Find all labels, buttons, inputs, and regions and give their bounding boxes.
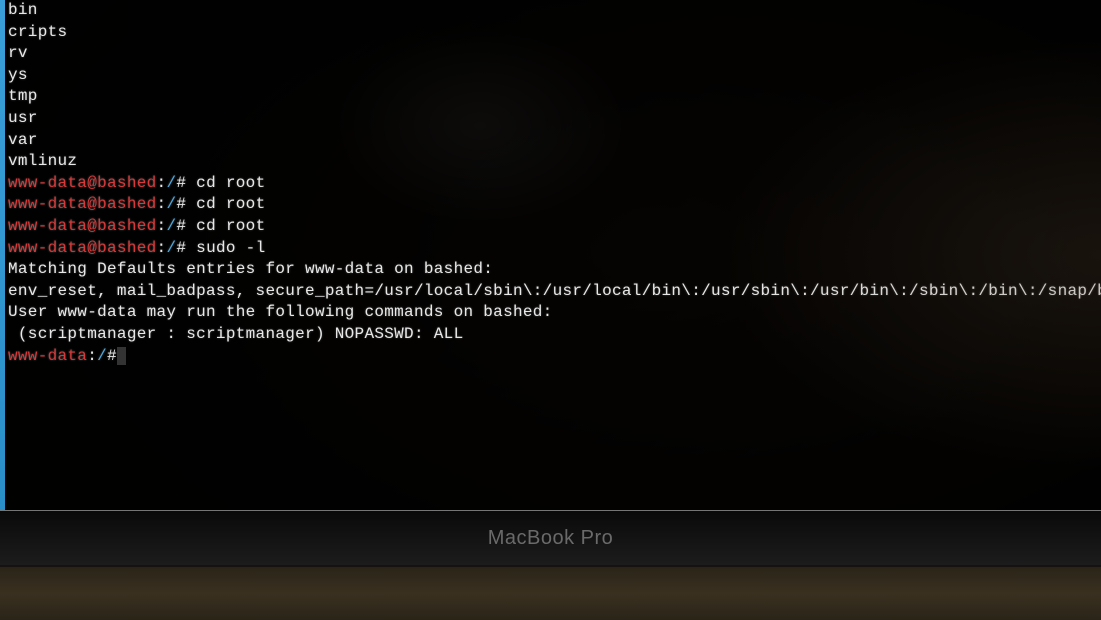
prompt-host: bashed bbox=[97, 239, 156, 257]
prompt-path: / bbox=[166, 174, 176, 192]
prompt-hash: # bbox=[107, 347, 117, 365]
prompt-hash: # bbox=[176, 239, 186, 257]
prompt-sep: : bbox=[157, 174, 167, 192]
ls-output-line: bin bbox=[8, 0, 1093, 22]
prompt-sep: : bbox=[157, 239, 167, 257]
prompt-line: www-data@bashed:/# sudo -l bbox=[8, 238, 1093, 260]
prompt-host: bashed bbox=[97, 174, 156, 192]
ls-output-line: usr bbox=[8, 108, 1093, 130]
prompt-user: www-data bbox=[8, 239, 87, 257]
prompt-hash: # bbox=[176, 195, 186, 213]
command-text: cd root bbox=[186, 174, 265, 192]
prompt-user: www-data bbox=[8, 195, 87, 213]
sudo-output-line: (scriptmanager : scriptmanager) NOPASSWD… bbox=[8, 324, 1093, 346]
ls-output-line: vmlinuz bbox=[8, 151, 1093, 173]
prompt-hash: # bbox=[176, 174, 186, 192]
prompt-hash: # bbox=[176, 217, 186, 235]
prompt-path: / bbox=[97, 347, 107, 365]
sudo-output-line: Matching Defaults entries for www-data o… bbox=[8, 259, 1093, 281]
prompt-sep: : bbox=[87, 347, 97, 365]
prompt-line: www-data@bashed:/# cd root bbox=[8, 216, 1093, 238]
left-edge-strip bbox=[0, 0, 5, 510]
prompt-at: @ bbox=[87, 239, 97, 257]
terminal-window[interactable]: bin cripts rv ys tmp usr var vmlinuz www… bbox=[0, 0, 1101, 510]
prompt-line: www-data@bashed:/# cd root bbox=[8, 173, 1093, 195]
text-cursor-icon bbox=[117, 347, 126, 365]
prompt-user: www-data bbox=[8, 347, 87, 365]
prompt-path: / bbox=[166, 195, 176, 213]
prompt-host: bashed bbox=[97, 217, 156, 235]
prompt-line: www-data@bashed:/# cd root bbox=[8, 194, 1093, 216]
prompt-user: www-data bbox=[8, 217, 87, 235]
command-text: cd root bbox=[186, 217, 265, 235]
sudo-output-line: env_reset, mail_badpass, secure_path=/us… bbox=[8, 281, 1093, 303]
command-text: sudo -l bbox=[186, 239, 265, 257]
current-prompt-line[interactable]: www-data:/# bbox=[8, 346, 1093, 368]
ls-output-line: tmp bbox=[8, 86, 1093, 108]
ls-output-line: ys bbox=[8, 65, 1093, 87]
prompt-at: @ bbox=[87, 217, 97, 235]
prompt-path: / bbox=[166, 239, 176, 257]
command-text: cd root bbox=[186, 195, 265, 213]
ls-output-line: cripts bbox=[8, 22, 1093, 44]
prompt-host: bashed bbox=[97, 195, 156, 213]
prompt-sep: : bbox=[157, 217, 167, 235]
desk-surface bbox=[0, 565, 1101, 620]
sudo-output-line: User www-data may run the following comm… bbox=[8, 302, 1093, 324]
prompt-at: @ bbox=[87, 195, 97, 213]
prompt-sep: : bbox=[157, 195, 167, 213]
prompt-at: @ bbox=[87, 174, 97, 192]
ls-output-line: var bbox=[8, 130, 1093, 152]
prompt-path: / bbox=[166, 217, 176, 235]
ls-output-line: rv bbox=[8, 43, 1093, 65]
laptop-bezel: MacBook Pro bbox=[0, 510, 1101, 565]
device-brand-label: MacBook Pro bbox=[488, 527, 614, 550]
prompt-user: www-data bbox=[8, 174, 87, 192]
